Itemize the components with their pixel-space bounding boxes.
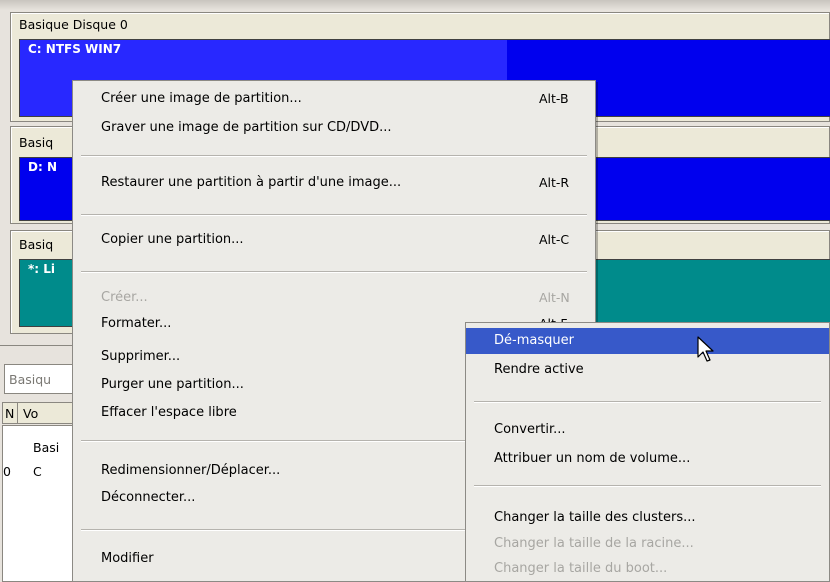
mouse-cursor-icon <box>697 336 714 362</box>
menu-item-label: Rendre active <box>494 362 584 377</box>
menu-item-label: Formater... <box>101 316 172 331</box>
disk-title: Basiq <box>19 237 54 252</box>
submenu-item-root-size[interactable]: Changer la taille de la racine... <box>466 531 829 557</box>
submenu-item-set-active[interactable]: Rendre active <box>466 357 829 383</box>
disk-combo[interactable]: Basiqu <box>4 364 80 394</box>
row-drive: C <box>33 464 42 479</box>
modify-submenu: Dé-masquer Rendre active Convertir... At… <box>465 322 830 582</box>
menu-item-label: Effacer l'espace libre <box>101 405 237 420</box>
menu-item-label: Redimensionner/Déplacer... <box>101 463 281 478</box>
menu-item-label: Supprimer... <box>101 349 181 364</box>
header-divider <box>17 403 18 423</box>
menu-item-accel: Alt-C <box>539 232 570 247</box>
menu-item-create-image[interactable]: Créer une image de partition... Alt-B <box>73 86 595 112</box>
menu-item-label: Graver une image de partition sur CD/DVD… <box>101 120 392 135</box>
submenu-item-volume-label[interactable]: Attribuer un nom de volume... <box>466 446 829 472</box>
menu-item-label: Attribuer un nom de volume... <box>494 451 691 466</box>
top-edge <box>0 0 830 10</box>
menu-item-copy[interactable]: Copier une partition... Alt-C <box>73 227 595 253</box>
menu-item-label: Créer une image de partition... <box>101 91 302 106</box>
combo-text: Basiqu <box>9 372 52 387</box>
menu-item-restore[interactable]: Restaurer une partition à partir d'une i… <box>73 170 595 196</box>
list-header: N Vo <box>2 402 80 424</box>
menu-item-label: Dé-masquer <box>494 333 574 348</box>
menu-item-label: Restaurer une partition à partir d'une i… <box>101 175 402 190</box>
list-group: Basi <box>33 440 60 455</box>
menu-item-label: Purger une partition... <box>101 377 244 392</box>
submenu-item-boot-size[interactable]: Changer la taille du boot... <box>466 556 829 582</box>
row-number: 0 <box>3 464 11 479</box>
disk-title: Basique Disque 0 <box>19 17 128 32</box>
menu-item-label: Changer la taille du boot... <box>494 561 668 576</box>
partition-label: C: NTFS WIN7 <box>28 42 122 56</box>
menu-separator <box>474 485 821 487</box>
menu-item-accel: Alt-B <box>539 91 569 106</box>
menu-item-accel: Alt-R <box>539 175 570 190</box>
menu-item-label: Changer la taille des clusters... <box>494 510 696 525</box>
menu-item-create[interactable]: Créer... Alt-N <box>73 285 595 311</box>
menu-separator <box>81 214 587 216</box>
menu-item-accel: Alt-N <box>539 290 570 305</box>
menu-item-label: Copier une partition... <box>101 232 244 247</box>
partition-label: D: N <box>28 160 57 174</box>
col-v-header[interactable]: Vo <box>23 406 38 421</box>
menu-item-label: Changer la taille de la racine... <box>494 536 694 551</box>
menu-item-burn-image[interactable]: Graver une image de partition sur CD/DVD… <box>73 115 595 141</box>
submenu-item-unhide[interactable]: Dé-masquer <box>466 328 829 354</box>
menu-item-label: Convertir... <box>494 422 566 437</box>
menu-item-label: Modifier <box>101 551 154 566</box>
disk-title: Basiq <box>19 135 54 150</box>
partition-list[interactable]: Basi 0 C <box>2 425 80 582</box>
col-n-header[interactable]: N <box>5 406 14 421</box>
partition-label: *: Li <box>28 262 56 276</box>
menu-item-label: Créer... <box>101 290 148 305</box>
menu-separator <box>81 271 587 273</box>
menu-separator <box>81 155 587 157</box>
menu-item-label: Déconnecter... <box>101 490 196 505</box>
menu-separator <box>474 401 821 403</box>
submenu-item-convert[interactable]: Convertir... <box>466 417 829 443</box>
submenu-item-cluster-size[interactable]: Changer la taille des clusters... <box>466 505 829 531</box>
